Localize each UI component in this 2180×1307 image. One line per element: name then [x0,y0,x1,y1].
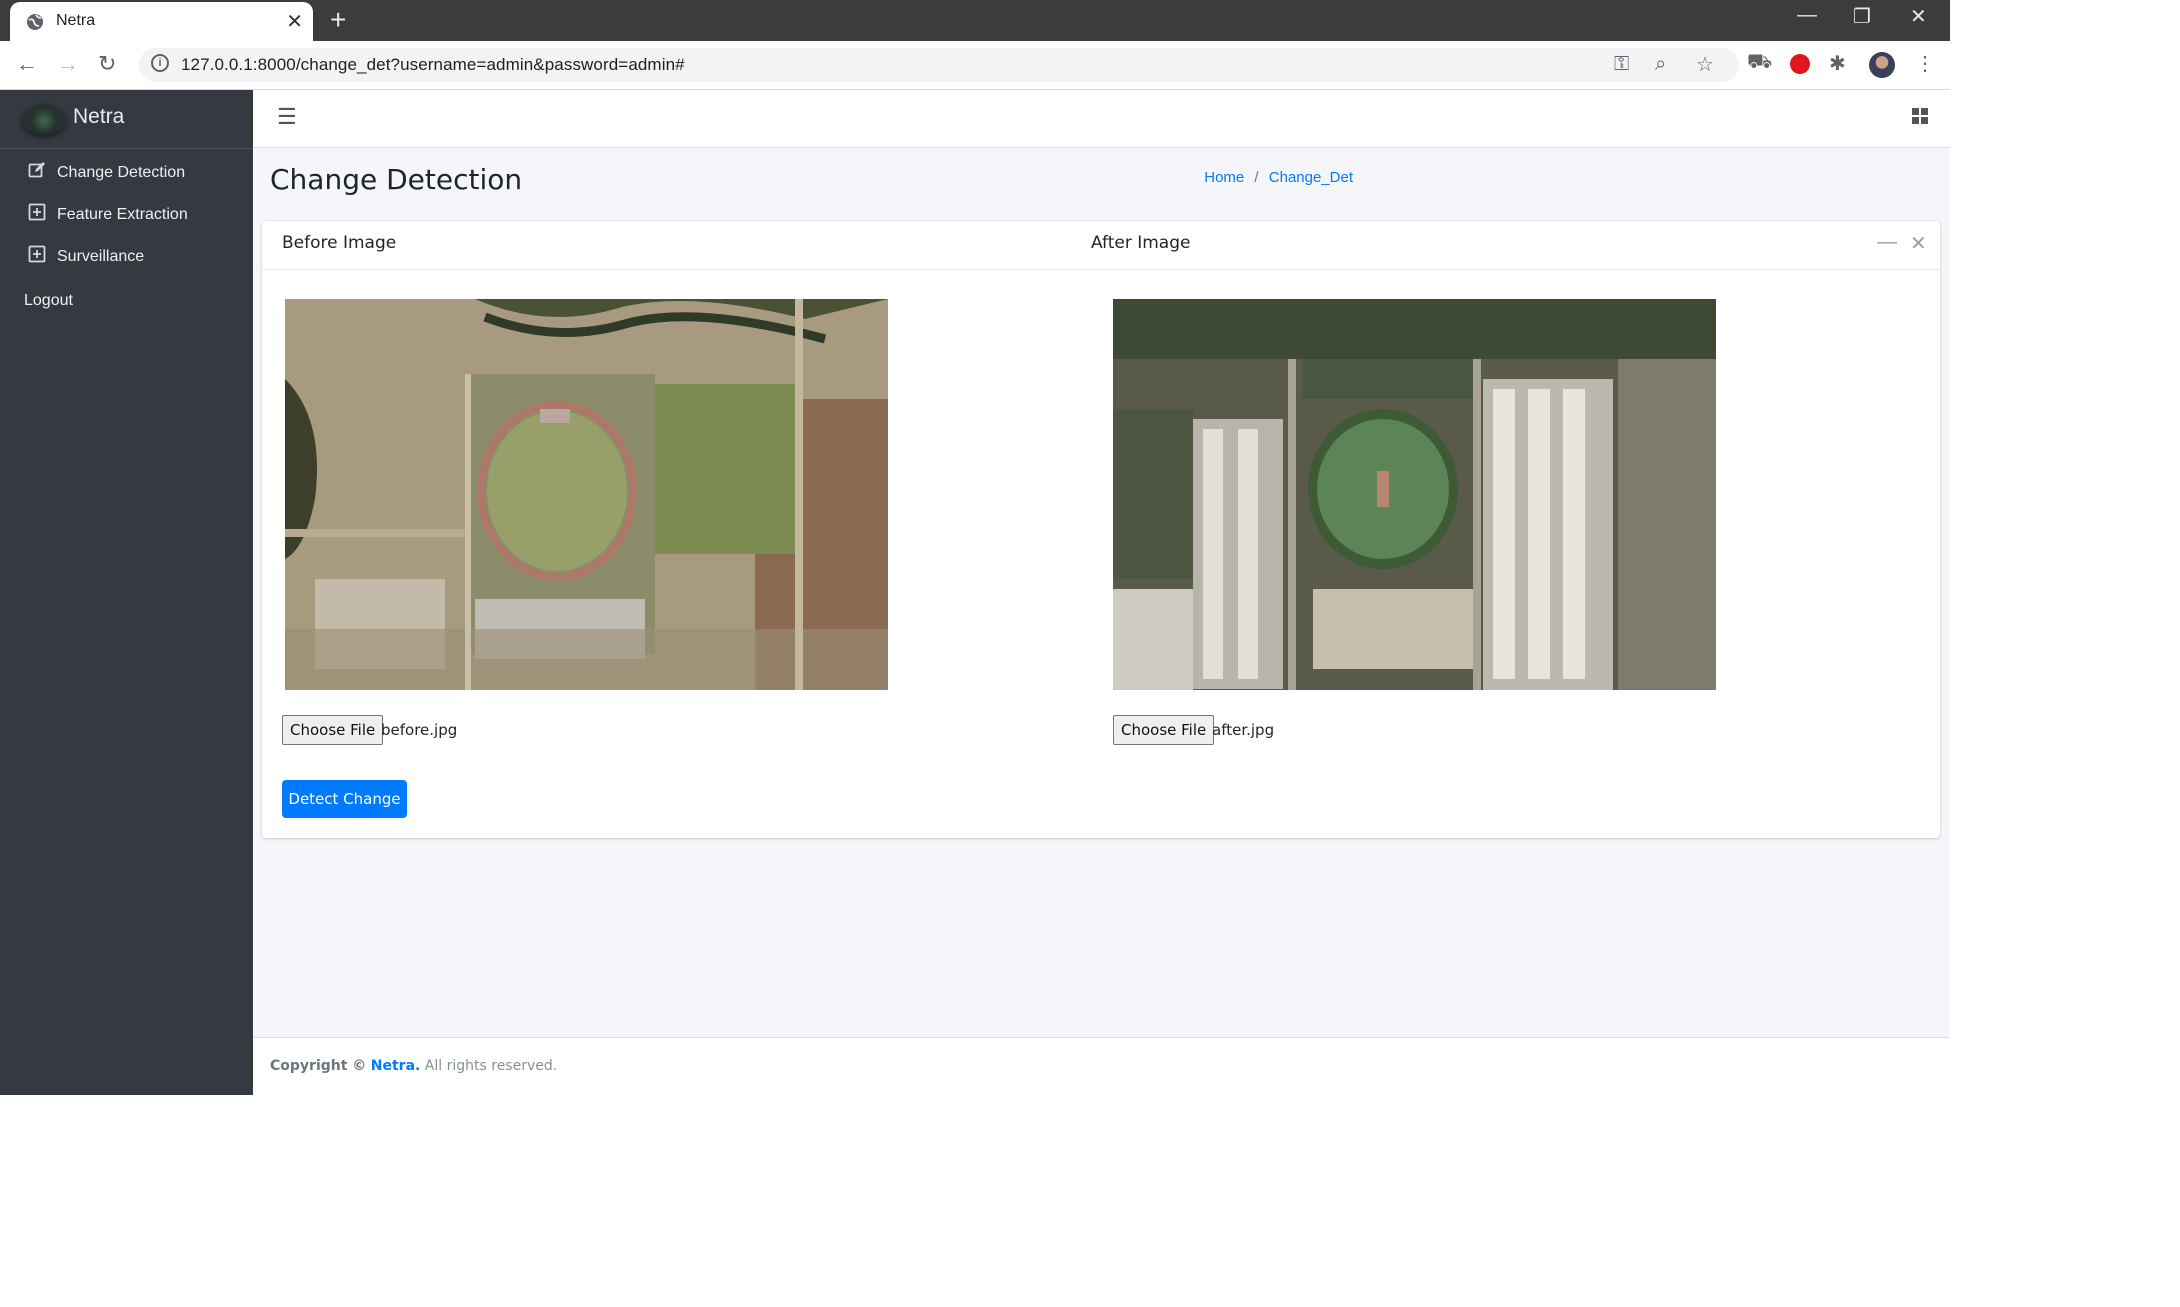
url-text: 127.0.0.1:8000/change_det?username=admin… [181,55,685,74]
plus-square-icon [28,245,46,263]
more-menu-icon[interactable]: ⋮ [1915,51,1935,76]
breadcrumb-home-link[interactable]: Home [1204,169,1244,186]
browser-tab[interactable]: Netra ✕ [10,2,313,41]
footer: Copyright © Netra. All rights reserved. [253,1037,1950,1095]
address-toolbar: ← → ↻ i 127.0.0.1:8000/change_det?userna… [0,41,1950,90]
breadcrumb: Home / Change_Det [1204,169,1353,186]
tab-bar: Netra ✕ + — ❐ ✕ [0,0,1950,41]
forward-icon[interactable]: → [57,51,79,77]
globe-icon [27,14,43,30]
after-file-name: after.jpg [1212,721,1275,739]
sidebar-item-change-detection[interactable]: Change Detection [0,155,253,193]
url-bar[interactable]: i 127.0.0.1:8000/change_det?username=adm… [139,48,1739,82]
restore-icon[interactable]: ❐ [1853,4,1871,29]
opera-icon[interactable] [1790,54,1810,74]
after-choose-file-button[interactable]: Choose File [1113,715,1215,745]
before-choose-file-button[interactable]: Choose File [282,715,384,745]
change-detection-card: Before Image After Image — ✕ Choose File… [262,221,1940,838]
copyright-prefix: Copyright © [270,1058,367,1074]
sidebar-item-surveillance[interactable]: Surveillance [0,239,253,277]
plus-square-icon [28,203,46,221]
info-icon[interactable]: i [151,54,169,72]
cart-icon[interactable]: ⛟ [1747,51,1772,76]
page-title: Change Detection [270,163,523,196]
star-icon[interactable]: ☆ [1696,52,1714,77]
sidebar: Netra Change Detection Feature Extractio… [0,90,253,1095]
extensions-icon[interactable]: ✱ [1829,51,1846,76]
zoom-icon[interactable]: ⌕ [1655,53,1666,76]
before-image-label: Before Image [282,233,397,253]
after-image-label: After Image [1091,233,1191,253]
sidebar-item-feature-extraction[interactable]: Feature Extraction [0,197,253,235]
brand-link[interactable]: Netra [0,90,253,149]
before-file-name: before.jpg [381,721,458,739]
minimize-icon[interactable]: — [1797,4,1817,27]
footer-brand-link[interactable]: Netra. [371,1058,421,1074]
copyright-text: Copyright © Netra. All rights reserved. [270,1058,557,1074]
sidebar-item-label: Logout [24,292,73,309]
hamburger-icon[interactable]: ☰ [277,104,297,130]
edit-icon [28,162,45,178]
before-image [285,299,888,690]
close-window-icon[interactable]: ✕ [1910,4,1927,29]
back-icon[interactable]: ← [16,51,38,77]
close-tab-icon[interactable]: ✕ [286,9,303,34]
card-header: Before Image After Image — ✕ [262,221,1940,270]
collapse-icon[interactable]: — [1877,231,1897,254]
new-tab-button[interactable]: + [330,4,346,36]
sidebar-item-logout[interactable]: Logout [0,283,253,321]
key-icon[interactable]: ⚿ [1614,53,1629,76]
close-icon[interactable]: ✕ [1910,231,1927,256]
sidebar-item-label: Feature Extraction [57,206,188,223]
tab-title: Netra [56,12,96,29]
sidebar-item-label: Change Detection [57,164,186,181]
reload-icon[interactable]: ↻ [98,51,116,77]
sidebar-item-label: Surveillance [57,248,145,265]
top-navbar: ☰ [253,90,1950,148]
browser-window: Netra ✕ + — ❐ ✕ ← → ↻ i 127.0.0.1:8000/c… [0,0,1950,1095]
breadcrumb-separator: / [1254,169,1259,186]
grid-icon[interactable] [1912,108,1928,124]
avatar[interactable] [1869,52,1895,78]
brand-text: Netra [73,105,125,128]
detect-change-button[interactable]: Detect Change [282,780,407,818]
after-image [1113,299,1716,690]
breadcrumb-current[interactable]: Change_Det [1269,169,1353,186]
netra-logo [22,104,66,134]
copyright-suffix: All rights reserved. [424,1058,558,1074]
